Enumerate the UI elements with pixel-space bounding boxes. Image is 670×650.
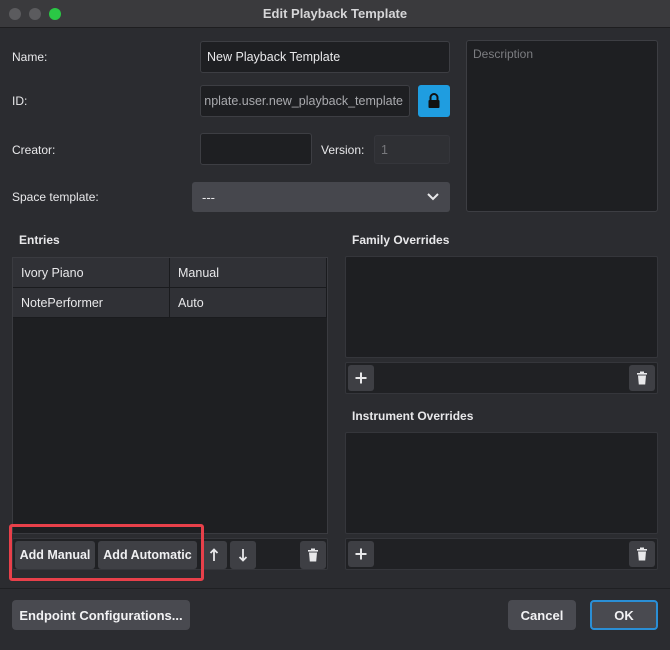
space-template-label: Space template:	[12, 190, 99, 204]
title-bar: Edit Playback Template	[0, 0, 670, 28]
add-instrument-override-button[interactable]	[348, 541, 374, 567]
lock-icon	[428, 93, 440, 108]
version-field[interactable]: 1	[374, 135, 450, 164]
space-template-select[interactable]: ---	[192, 182, 450, 212]
move-up-button[interactable]	[201, 541, 227, 569]
endpoint-configurations-button[interactable]: Endpoint Configurations...	[12, 600, 190, 630]
instrument-overrides-list	[345, 432, 658, 534]
entry-name-cell[interactable]: Ivory Piano	[13, 258, 170, 287]
plus-icon	[355, 372, 367, 384]
entry-mode-cell[interactable]: Auto	[170, 288, 327, 317]
family-overrides-list	[345, 256, 658, 358]
entries-title: Entries	[19, 233, 60, 247]
add-family-override-button[interactable]	[348, 365, 374, 391]
trash-icon	[637, 547, 647, 561]
highlight-box	[9, 524, 204, 581]
arrow-up-icon	[209, 548, 219, 561]
entries-table: Ivory Piano Manual NotePerformer Auto	[12, 257, 328, 534]
lock-button[interactable]	[418, 85, 450, 117]
delete-instrument-override-button[interactable]	[629, 541, 655, 567]
name-field[interactable]: New Playback Template	[200, 41, 450, 73]
id-field[interactable]: nplate.user.new_playback_template	[200, 85, 410, 117]
delete-entry-button[interactable]	[300, 541, 326, 569]
instrument-overrides-title: Instrument Overrides	[352, 409, 474, 423]
footer-divider	[0, 588, 670, 589]
entry-name-cell[interactable]: NotePerformer	[13, 288, 170, 317]
chevron-down-icon	[427, 193, 439, 201]
name-label: Name:	[12, 50, 48, 64]
version-label: Version:	[321, 143, 365, 157]
plus-icon	[355, 548, 367, 560]
move-down-button[interactable]	[230, 541, 256, 569]
ok-button[interactable]: OK	[590, 600, 658, 630]
id-label: ID:	[12, 94, 28, 108]
trash-icon	[308, 548, 318, 562]
delete-family-override-button[interactable]	[629, 365, 655, 391]
instrument-overrides-toolbar	[345, 538, 658, 570]
window-title: Edit Playback Template	[262, 6, 408, 21]
family-overrides-title: Family Overrides	[352, 233, 450, 247]
space-template-value: ---	[202, 189, 215, 205]
creator-field[interactable]	[200, 133, 312, 165]
creator-label: Creator:	[12, 143, 56, 157]
table-row[interactable]: Ivory Piano Manual	[13, 258, 327, 288]
trash-icon	[637, 371, 647, 385]
cancel-button[interactable]: Cancel	[508, 600, 576, 630]
table-row[interactable]: NotePerformer Auto	[13, 288, 327, 318]
entry-mode-cell[interactable]: Manual	[170, 258, 327, 287]
family-overrides-toolbar	[345, 362, 658, 394]
description-field[interactable]: Description	[466, 40, 658, 212]
arrow-down-icon	[238, 549, 248, 562]
